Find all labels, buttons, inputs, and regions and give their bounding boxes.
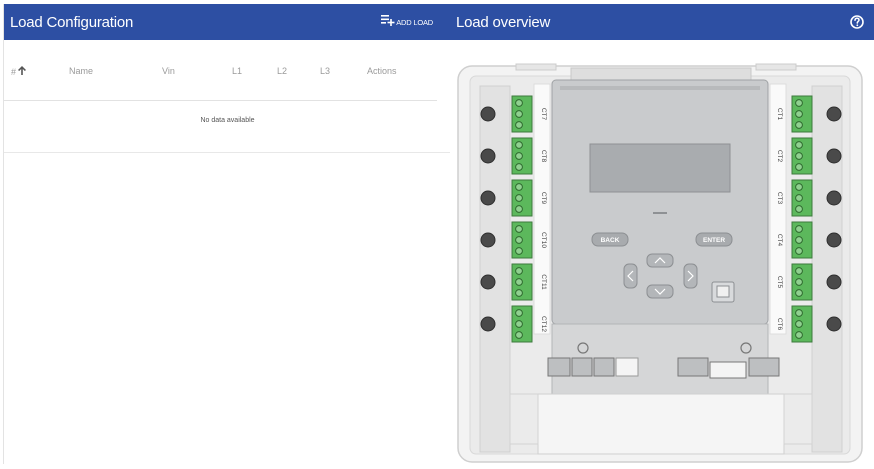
add-load-button[interactable]: ADD LOAD (381, 13, 433, 31)
terminal-screw (515, 183, 523, 191)
panel-title: Load overview (456, 13, 551, 31)
ct-label: CT2 (776, 150, 783, 163)
terminal-screw (515, 152, 523, 160)
terminal-screw (515, 194, 523, 202)
terminal-screw (795, 194, 803, 202)
column-header-number[interactable]: # (11, 66, 27, 77)
terminal-screw (515, 99, 523, 107)
mounting-hole (826, 274, 842, 290)
ct-label: CT6 (776, 318, 783, 331)
left-key (623, 263, 638, 289)
terminal-screw (515, 121, 523, 129)
lcd-display (589, 143, 731, 193)
terminal-screw (795, 163, 803, 171)
terminal-screw (795, 278, 803, 286)
terminal-screw (515, 205, 523, 213)
ct-label: CT1 (776, 108, 783, 121)
column-header-number-label: # (11, 66, 17, 77)
add-load-label: ADD LOAD (396, 17, 433, 27)
terminal-screw (795, 236, 803, 244)
terminal-screw (795, 110, 803, 118)
column-header-l3[interactable]: L3 (320, 66, 330, 76)
terminal-screw (795, 121, 803, 129)
ct-label: CT4 (776, 234, 783, 247)
terminal-screw (795, 99, 803, 107)
table-bottom-border (4, 152, 451, 153)
terminal-screw (515, 247, 523, 255)
mounting-hole (480, 148, 496, 164)
mounting-hole (826, 190, 842, 206)
terminal-screw (515, 236, 523, 244)
column-header-name[interactable]: Name (69, 66, 93, 76)
mounting-hole (826, 106, 842, 122)
terminal-screw (795, 141, 803, 149)
load-configuration-header: Load Configuration ADD LOAD (4, 4, 451, 40)
ct-label: CT11 (540, 274, 547, 290)
playlist-add-icon (381, 13, 395, 31)
up-key (646, 253, 674, 268)
column-header-vin[interactable]: Vin (162, 66, 175, 76)
terminal-screw (515, 289, 523, 297)
terminal-screw (515, 225, 523, 233)
terminal-screw (515, 141, 523, 149)
device-svg: CT7 CT8 CT9 CT10 CT11 CT12 CT1 CT2 CT3 CT4 CT5 CT6… (457, 63, 863, 463)
mounting-hole (826, 232, 842, 248)
ct-label: CT5 (776, 276, 783, 289)
mounting-hole (480, 190, 496, 206)
terminal-screw (515, 110, 523, 118)
ct-label: CT10 (540, 232, 547, 248)
help-icon[interactable] (850, 15, 864, 29)
terminal-screw (795, 225, 803, 233)
back-hw-label: BACK (601, 237, 620, 244)
device-diagram: CT7 CT8 CT9 CT10 CT11 CT12 CT1 CT2 CT3 CT4 CT5 CT6… (456, 52, 866, 464)
mounting-hole (480, 232, 496, 248)
mounting-hole (826, 148, 842, 164)
terminal-screw (795, 289, 803, 297)
sort-arrow-up-icon (18, 66, 27, 77)
right-key (683, 263, 698, 289)
mounting-hole (480, 274, 496, 290)
load-configuration-panel: Load Configuration ADD LOAD # Name Vin L… (3, 4, 451, 464)
enter-hw-label: ENTER (703, 237, 725, 244)
terminal-screw (795, 183, 803, 191)
mounting-hole (480, 316, 496, 332)
terminal-screw (515, 163, 523, 171)
terminal-screw (795, 247, 803, 255)
ct-label: CT3 (776, 192, 783, 205)
terminal-screw (515, 309, 523, 317)
terminal-screw (795, 267, 803, 275)
ct-label: CT7 (540, 108, 547, 121)
panel-title: Load Configuration (10, 13, 134, 31)
mounting-hole (480, 106, 496, 122)
terminal-screw (515, 331, 523, 339)
load-overview-header: Load overview (450, 4, 874, 40)
terminal-screw (795, 331, 803, 339)
table-header-divider (4, 100, 437, 101)
terminal-screw (515, 320, 523, 328)
down-key (646, 284, 674, 299)
ct-label: CT8 (540, 150, 547, 163)
load-overview-panel: Load overview CT7 CT8 CT9 CT10 CT11 CT12… (450, 4, 874, 464)
ct-label: CT12 (540, 316, 547, 332)
terminal-screw (795, 320, 803, 328)
mounting-hole (826, 316, 842, 332)
column-header-l2[interactable]: L2 (277, 66, 287, 76)
terminal-screw (515, 267, 523, 275)
terminal-screw (795, 205, 803, 213)
terminal-screw (795, 309, 803, 317)
column-header-l1[interactable]: L1 (232, 66, 242, 76)
empty-table-message: No data available (200, 117, 255, 124)
terminal-screw (795, 152, 803, 160)
terminal-screw (515, 278, 523, 286)
column-header-actions: Actions (367, 66, 397, 76)
ct-label: CT9 (540, 192, 547, 205)
